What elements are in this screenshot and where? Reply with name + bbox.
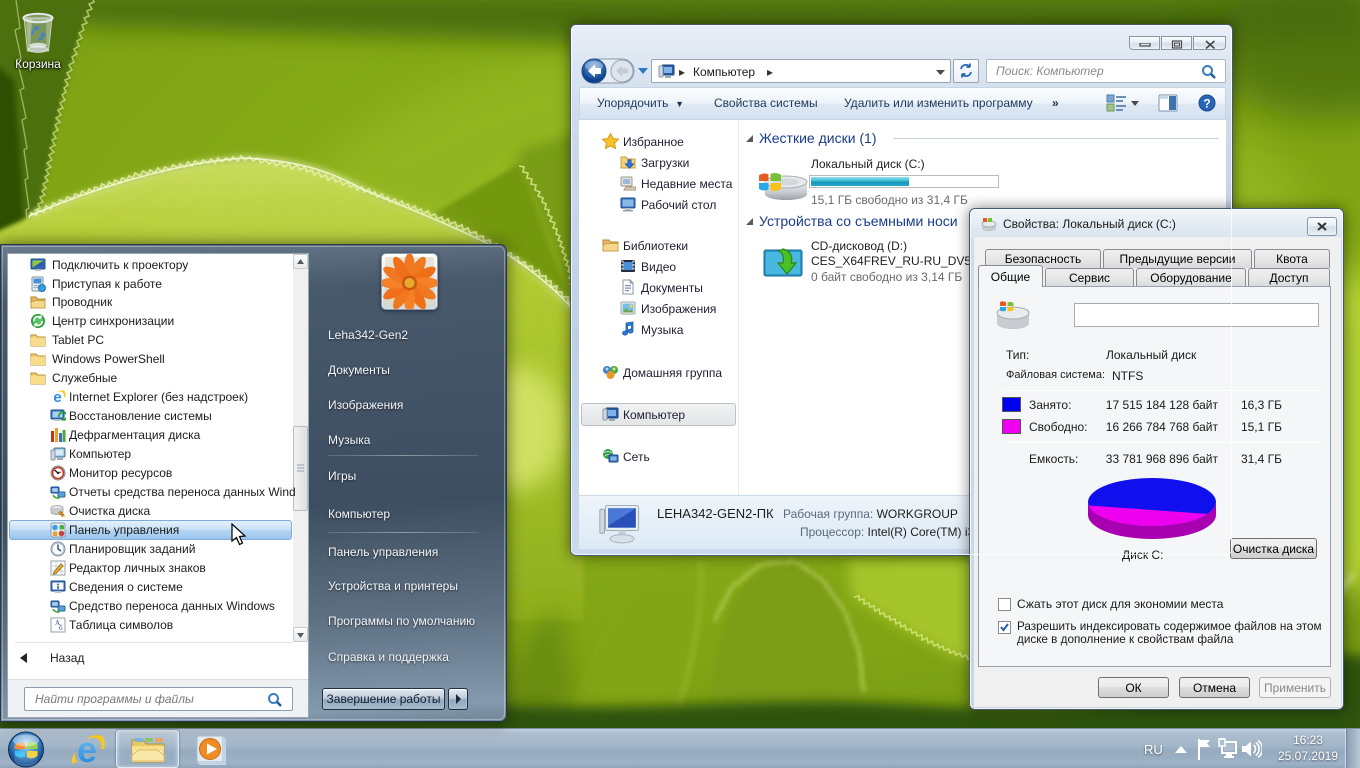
svg-text:?: ?	[1203, 97, 1210, 111]
svg-text:e: e	[77, 733, 97, 767]
svg-text:б: б	[59, 624, 63, 632]
